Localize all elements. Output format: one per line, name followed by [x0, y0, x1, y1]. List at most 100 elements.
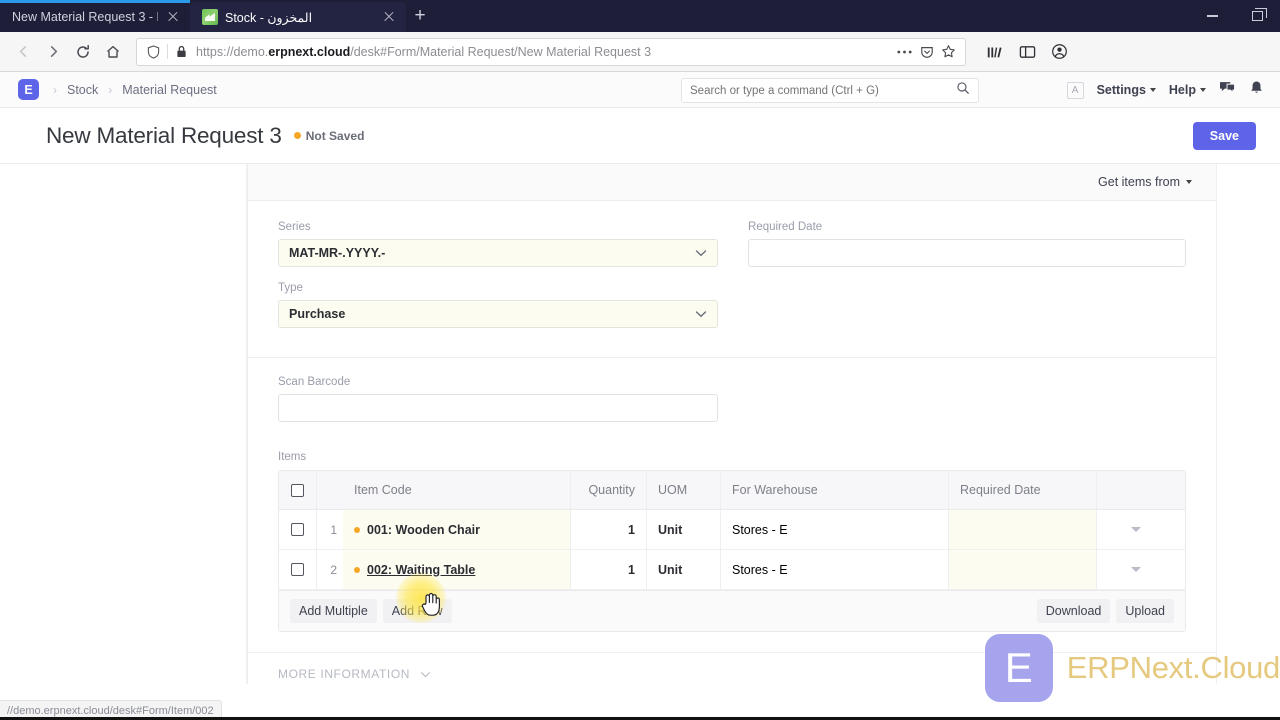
download-button[interactable]: Download	[1036, 599, 1111, 623]
browser-tab-2-title: Stock - المخزون	[225, 10, 313, 25]
bookmark-star-icon[interactable]	[940, 43, 957, 60]
cell-required-date[interactable]	[949, 510, 1097, 549]
type-select[interactable]: Purchase	[278, 300, 718, 328]
required-date-label: Required Date	[748, 221, 823, 233]
back-button[interactable]	[8, 37, 38, 67]
items-grid-body: 1 001: Wooden Chair 1 Unit Stores - E 2 …	[279, 510, 1185, 590]
column-header-quantity[interactable]: Quantity	[571, 471, 647, 509]
add-row-button[interactable]: Add Row	[382, 599, 452, 623]
scan-barcode-input[interactable]	[278, 394, 718, 422]
maximize-restore-button[interactable]	[1235, 0, 1280, 32]
cell-quantity[interactable]: 1	[571, 510, 647, 549]
table-row[interactable]: 2 002: Waiting Table 1 Unit Stores - E	[279, 550, 1185, 590]
row-checkbox-cell[interactable]	[279, 550, 317, 589]
items-grid-footer: Add Multiple Add Row Download Upload	[279, 590, 1185, 631]
avatar[interactable]: A	[1066, 81, 1084, 99]
column-header-item-code[interactable]: Item Code	[343, 471, 571, 509]
column-header-uom[interactable]: UOM	[647, 471, 721, 509]
series-label: Series	[278, 221, 311, 233]
cell-for-warehouse[interactable]: Stores - E	[721, 510, 949, 549]
search-input[interactable]	[690, 84, 956, 97]
address-bar[interactable]: https://demo.erpnext.cloud/desk#Form/Mat…	[136, 37, 966, 66]
breadcrumb-stock[interactable]: Stock	[63, 83, 102, 97]
required-date-input[interactable]	[748, 239, 1186, 267]
save-button[interactable]: Save	[1192, 121, 1256, 150]
erpnext-logo[interactable]: E	[18, 79, 39, 100]
notification-bell-icon[interactable]	[1249, 80, 1264, 101]
cell-required-date[interactable]	[949, 550, 1097, 589]
cell-uom[interactable]: Unit	[647, 550, 721, 589]
cell-quantity[interactable]: 1	[571, 550, 647, 589]
breadcrumb-material-request[interactable]: Material Request	[118, 83, 221, 97]
column-header-required-date[interactable]: Required Date	[949, 471, 1097, 509]
column-header-for-warehouse[interactable]: For Warehouse	[721, 471, 949, 509]
row-checkbox-cell[interactable]	[279, 510, 317, 549]
settings-menu[interactable]: Settings	[1097, 83, 1156, 97]
quantity-value: 1	[628, 562, 635, 577]
item-status-dot-icon	[354, 526, 360, 533]
required-date-field: Required Date	[748, 221, 1186, 267]
awesomebar-search[interactable]	[681, 78, 979, 103]
status-dot-icon	[293, 132, 301, 139]
sidebar-icon[interactable]	[1012, 37, 1042, 67]
form-column: Get items from Series MAT-MR-.YYYY.- Typ…	[247, 164, 1217, 684]
row-index-header	[317, 471, 343, 509]
home-button[interactable]	[98, 37, 128, 67]
get-items-from-label: Get items from	[1098, 175, 1180, 189]
form-toolbar: Get items from	[248, 164, 1216, 201]
series-select[interactable]: MAT-MR-.YYYY.-	[278, 239, 718, 267]
minimize-button[interactable]	[1190, 0, 1235, 32]
browser-tab-1[interactable]: New Material Request 3 - New	[0, 2, 190, 32]
browser-tab-2[interactable]: Stock - المخزون	[190, 2, 406, 32]
page-actions-icon[interactable]	[896, 43, 913, 60]
select-all-checkbox[interactable]	[291, 483, 304, 497]
reload-button[interactable]	[68, 37, 98, 67]
help-menu[interactable]: Help	[1169, 83, 1206, 97]
account-icon[interactable]	[1044, 37, 1074, 67]
cell-uom[interactable]: Unit	[647, 510, 721, 549]
window-controls	[1190, 0, 1280, 32]
address-bar-actions	[896, 43, 957, 60]
settings-label: Settings	[1096, 83, 1146, 97]
cell-item-code[interactable]: 002: Waiting Table	[343, 550, 571, 589]
breadcrumb-separator-icon: ›	[108, 82, 113, 97]
sidebar-column	[0, 164, 247, 684]
forward-button[interactable]	[38, 37, 68, 67]
url-text: https://demo.erpnext.cloud/desk#Form/Mat…	[196, 44, 652, 59]
lock-icon	[173, 43, 190, 60]
library-icon[interactable]	[980, 37, 1010, 67]
browser-navigation-bar: https://demo.erpnext.cloud/desk#Form/Mat…	[0, 32, 1280, 72]
item-code-link[interactable]: 002: Waiting Table	[367, 563, 475, 577]
row-checkbox[interactable]	[291, 523, 304, 536]
row-expand-button[interactable]	[1097, 550, 1175, 589]
close-icon[interactable]	[165, 9, 181, 25]
pocket-icon[interactable]	[918, 43, 935, 60]
select-all-checkbox-cell[interactable]	[279, 471, 317, 509]
items-grid-wrapper: Items Item Code Quantity UOM For Warehou…	[248, 437, 1216, 652]
get-items-from-dropdown[interactable]: Get items from	[1098, 175, 1192, 189]
chat-icon[interactable]	[1219, 80, 1236, 100]
items-section: Scan Barcode	[248, 358, 1216, 422]
chevron-down-icon	[421, 671, 431, 677]
search-icon[interactable]	[956, 81, 970, 100]
row-checkbox[interactable]	[291, 563, 304, 576]
upload-button[interactable]: Upload	[1116, 599, 1174, 623]
uom-value: Unit	[658, 522, 683, 537]
work-area: Get items from Series MAT-MR-.YYYY.- Typ…	[0, 164, 1280, 684]
app-navbar: E › Stock › Material Request A Settings …	[0, 72, 1280, 108]
table-row[interactable]: 1 001: Wooden Chair 1 Unit Stores - E	[279, 510, 1185, 550]
items-label: Items	[278, 451, 307, 463]
cell-item-code[interactable]: 001: Wooden Chair	[343, 510, 571, 549]
more-information-section[interactable]: MORE INFORMATION	[248, 652, 1216, 695]
type-field: Type Purchase	[278, 282, 718, 328]
chevron-down-icon	[1200, 88, 1206, 92]
new-tab-button[interactable]: +	[406, 2, 434, 32]
cell-for-warehouse[interactable]: Stores - E	[721, 550, 949, 589]
status-badge-label: Not Saved	[305, 128, 365, 143]
add-multiple-button[interactable]: Add Multiple	[290, 599, 377, 623]
quantity-value: 1	[628, 522, 635, 537]
close-icon[interactable]	[381, 9, 397, 25]
row-expand-button[interactable]	[1097, 510, 1175, 549]
item-status-dot-icon	[354, 566, 360, 573]
row-index: 1	[330, 522, 337, 537]
